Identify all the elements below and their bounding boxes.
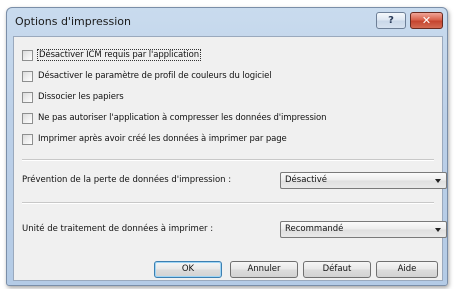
processing-unit-label: Unité de traitement de données à imprime…	[22, 224, 214, 234]
dialog-body: Désactiver ICM requis par l'application …	[13, 36, 447, 281]
title-bar[interactable]: Options d'impression ? ✕	[7, 8, 447, 37]
processing-unit-value: Recommandé	[285, 224, 344, 234]
checkbox-label: Dissocier les papiers	[38, 92, 124, 102]
window-title: Options d'impression	[15, 15, 131, 28]
loss-prevention-value: Désactivé	[285, 175, 328, 185]
print-options-dialog: Options d'impression ? ✕ Désactiver ICM …	[6, 7, 448, 286]
separator	[22, 202, 434, 204]
checkbox-box[interactable]	[22, 49, 33, 61]
help-icon[interactable]: ?	[376, 12, 406, 29]
checkbox-label: Désactiver ICM requis par l'application	[36, 49, 202, 61]
checkbox-disallow-compression[interactable]: Ne pas autoriser l'application à compres…	[22, 111, 327, 125]
checkbox-disable-icm[interactable]: Désactiver ICM requis par l'application	[22, 48, 202, 62]
checkbox-box[interactable]	[22, 112, 33, 124]
checkbox-print-after-page-data[interactable]: Imprimer après avoir créé les données à …	[22, 132, 287, 146]
checkbox-label: Imprimer après avoir créé les données à …	[38, 134, 287, 144]
chevron-down-icon[interactable]	[435, 228, 441, 232]
separator	[22, 159, 434, 161]
checkbox-box[interactable]	[22, 133, 33, 145]
checkbox-disable-color-profile[interactable]: Désactiver le paramètre de profil de cou…	[22, 69, 272, 83]
processing-unit-select[interactable]: Recommandé	[280, 221, 447, 238]
checkbox-dissociate-papers[interactable]: Dissocier les papiers	[22, 90, 124, 104]
defaults-button[interactable]: Défaut	[303, 261, 371, 278]
cancel-button[interactable]: Annuler	[230, 261, 298, 278]
checkbox-box[interactable]	[22, 91, 33, 103]
loss-prevention-select[interactable]: Désactivé	[280, 172, 447, 189]
ok-button[interactable]: OK	[154, 261, 222, 278]
close-icon[interactable]: ✕	[410, 12, 443, 29]
loss-prevention-label: Prévention de la perte de données d'impr…	[22, 175, 232, 185]
help-button[interactable]: Aide	[376, 261, 438, 278]
chevron-down-icon[interactable]	[435, 179, 441, 183]
checkbox-label: Désactiver le paramètre de profil de cou…	[38, 71, 272, 81]
checkbox-label: Ne pas autoriser l'application à compres…	[38, 113, 327, 123]
checkbox-box[interactable]	[22, 70, 33, 82]
